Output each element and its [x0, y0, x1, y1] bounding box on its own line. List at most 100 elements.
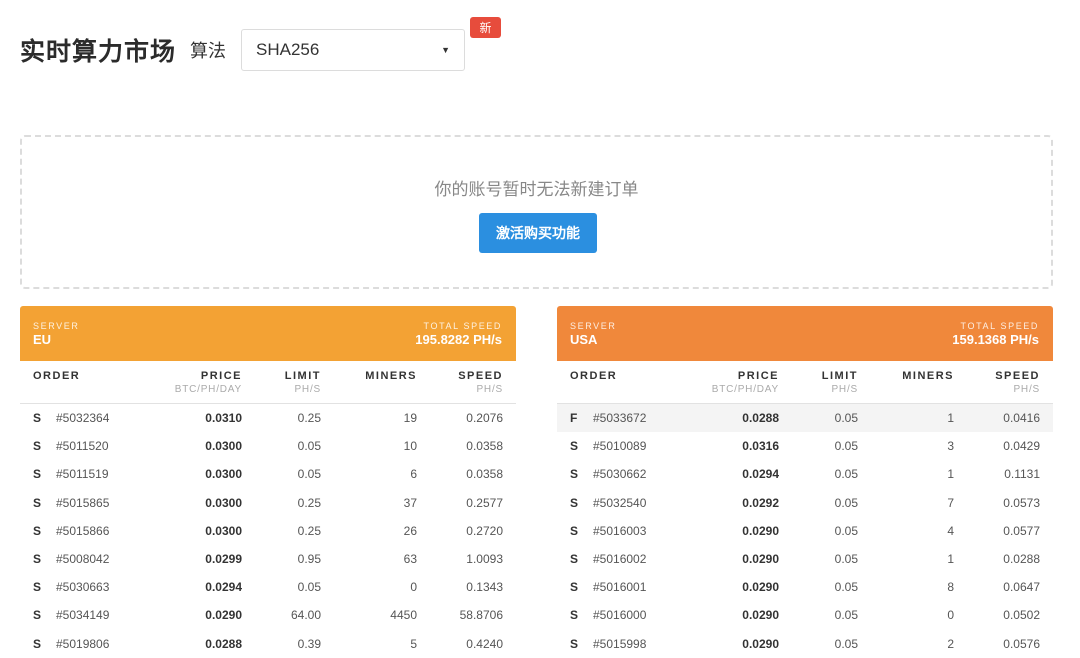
server-panel-usa: SERVER USA TOTAL SPEED 159.1368 PH/s ORD… — [557, 306, 1053, 658]
order-limit: 0.05 — [834, 608, 858, 623]
order-type: S — [33, 439, 42, 454]
order-row[interactable]: S #5032540 0.0292 0.05 7 0.0573 — [557, 489, 1053, 517]
order-speed: 0.4240 — [466, 636, 503, 651]
order-speed: 1.0093 — [466, 551, 503, 566]
order-miners: 10 — [403, 439, 417, 454]
total-speed-value: 159.1368 PH/s — [952, 332, 1039, 347]
order-id: #5034149 — [56, 608, 110, 623]
order-limit: 0.39 — [297, 636, 321, 651]
notice-box: 你的账号暂时无法新建订单 激活购买功能 — [20, 135, 1053, 289]
panel-header: SERVER EU TOTAL SPEED 195.8282 PH/s — [20, 306, 516, 361]
order-row[interactable]: S #5015865 0.0300 0.25 37 0.2577 — [20, 489, 516, 517]
algorithm-select-value: SHA256 — [256, 40, 320, 59]
panel-header: SERVER USA TOTAL SPEED 159.1368 PH/s — [557, 306, 1053, 361]
order-price: 0.0300 — [205, 523, 242, 538]
column-headers: ORDER PRICE BTC/PH/DAY LIMIT PH/S MINERS S… — [20, 361, 516, 404]
order-speed: 0.0502 — [1003, 608, 1040, 623]
order-miners: 5 — [410, 636, 417, 651]
order-row[interactable]: S #5030663 0.0294 0.05 0 0.1343 — [20, 573, 516, 601]
server-label: SERVER — [570, 321, 617, 331]
order-limit: 64.00 — [290, 608, 321, 623]
order-row[interactable]: S #5011520 0.0300 0.05 10 0.0358 — [20, 432, 516, 460]
order-limit: 0.05 — [834, 411, 858, 425]
order-price: 0.0288 — [205, 636, 242, 651]
order-type: S — [33, 608, 42, 623]
column-headers: ORDER PRICE BTC/PH/DAY LIMIT PH/S MINERS S… — [557, 361, 1053, 404]
column-header-miners[interactable]: MINERS — [365, 370, 417, 382]
order-id: #5010089 — [593, 439, 647, 454]
order-price: 0.0290 — [742, 608, 779, 623]
order-row[interactable]: S #5011519 0.0300 0.05 6 0.0358 — [20, 460, 516, 488]
order-limit: 0.05 — [297, 467, 321, 482]
order-id: #5016002 — [593, 551, 647, 566]
order-rows: F #5033672 0.0288 0.05 1 0.0416 S #5010089 0.031… — [557, 404, 1053, 658]
order-id: #5015866 — [56, 523, 110, 538]
order-limit: 0.05 — [834, 439, 858, 454]
order-row[interactable]: S #5015866 0.0300 0.25 26 0.2720 — [20, 517, 516, 545]
order-price: 0.0300 — [205, 495, 242, 510]
column-header-order[interactable]: ORDER — [33, 370, 80, 382]
column-header-price[interactable]: PRICE BTC/PH/DAY — [175, 370, 242, 395]
order-type: S — [570, 636, 579, 651]
order-limit: 0.95 — [297, 551, 321, 566]
order-price: 0.0292 — [742, 495, 779, 510]
order-limit: 0.05 — [297, 580, 321, 595]
order-price: 0.0310 — [205, 411, 242, 425]
order-row[interactable]: S #5019806 0.0288 0.39 5 0.4240 — [20, 630, 516, 658]
order-type: S — [570, 551, 579, 566]
order-miners: 1 — [947, 551, 954, 566]
order-miners: 37 — [403, 495, 417, 510]
order-speed: 0.2720 — [466, 523, 503, 538]
order-speed: 0.1343 — [466, 580, 503, 595]
order-limit: 0.25 — [297, 495, 321, 510]
order-price: 0.0294 — [742, 467, 779, 482]
algorithm-label: 算法 — [190, 41, 227, 61]
order-row[interactable]: S #5016002 0.0290 0.05 1 0.0288 — [557, 545, 1053, 573]
order-limit: 0.05 — [834, 495, 858, 510]
column-header-limit[interactable]: LIMIT PH/S — [822, 370, 858, 395]
order-row[interactable]: S #5016000 0.0290 0.05 0 0.0502 — [557, 601, 1053, 629]
column-header-speed[interactable]: SPEED PH/S — [995, 370, 1040, 395]
server-name: USA — [570, 332, 598, 347]
order-type: F — [570, 411, 578, 425]
order-row[interactable]: S #5015998 0.0290 0.05 2 0.0576 — [557, 630, 1053, 658]
column-header-limit[interactable]: LIMIT PH/S — [285, 370, 321, 395]
server-panel-eu: SERVER EU TOTAL SPEED 195.8282 PH/s ORDE… — [20, 306, 516, 658]
order-price: 0.0290 — [742, 523, 779, 538]
activate-purchase-button[interactable]: 激活购买功能 — [479, 213, 597, 253]
total-speed-value: 195.8282 PH/s — [415, 332, 502, 347]
order-row[interactable]: S #5034149 0.0290 64.00 4450 58.8706 — [20, 601, 516, 629]
order-type: S — [33, 551, 42, 566]
column-header-order[interactable]: ORDER — [570, 370, 617, 382]
column-header-miners[interactable]: MINERS — [902, 370, 954, 382]
order-row[interactable]: S #5032364 0.0310 0.25 19 0.2076 — [20, 404, 516, 432]
algorithm-select[interactable]: SHA256 ▼ — [241, 29, 465, 71]
order-price: 0.0300 — [205, 439, 242, 454]
order-id: #5015865 — [56, 495, 110, 510]
column-header-speed[interactable]: SPEED PH/S — [458, 370, 503, 395]
order-row[interactable]: S #5016001 0.0290 0.05 8 0.0647 — [557, 573, 1053, 601]
order-speed: 0.0416 — [1003, 411, 1040, 425]
order-row[interactable]: S #5016003 0.0290 0.05 4 0.0577 — [557, 517, 1053, 545]
order-miners: 4450 — [390, 608, 417, 623]
column-header-price[interactable]: PRICE BTC/PH/DAY — [712, 370, 779, 395]
server-name: EU — [33, 332, 52, 347]
order-price: 0.0290 — [742, 636, 779, 651]
notice-message: 你的账号暂时无法新建订单 — [434, 180, 639, 199]
order-type: S — [570, 523, 579, 538]
order-speed: 58.8706 — [459, 608, 503, 623]
order-speed: 0.0647 — [1003, 580, 1040, 595]
order-miners: 0 — [947, 608, 954, 623]
new-badge: 新 — [470, 17, 501, 38]
order-row[interactable]: F #5033672 0.0288 0.05 1 0.0416 — [557, 404, 1053, 433]
order-row[interactable]: S #5030662 0.0294 0.05 1 0.1131 — [557, 460, 1053, 488]
order-speed: 0.2577 — [466, 495, 503, 510]
order-type: S — [33, 580, 42, 595]
order-type: S — [570, 608, 579, 623]
order-row[interactable]: S #5008042 0.0299 0.95 63 1.0093 — [20, 545, 516, 573]
order-row[interactable]: S #5010089 0.0316 0.05 3 0.0429 — [557, 432, 1053, 460]
order-limit: 0.05 — [834, 636, 858, 651]
order-type: S — [33, 636, 42, 651]
order-id: #5019806 — [56, 636, 110, 651]
order-price: 0.0299 — [205, 551, 242, 566]
